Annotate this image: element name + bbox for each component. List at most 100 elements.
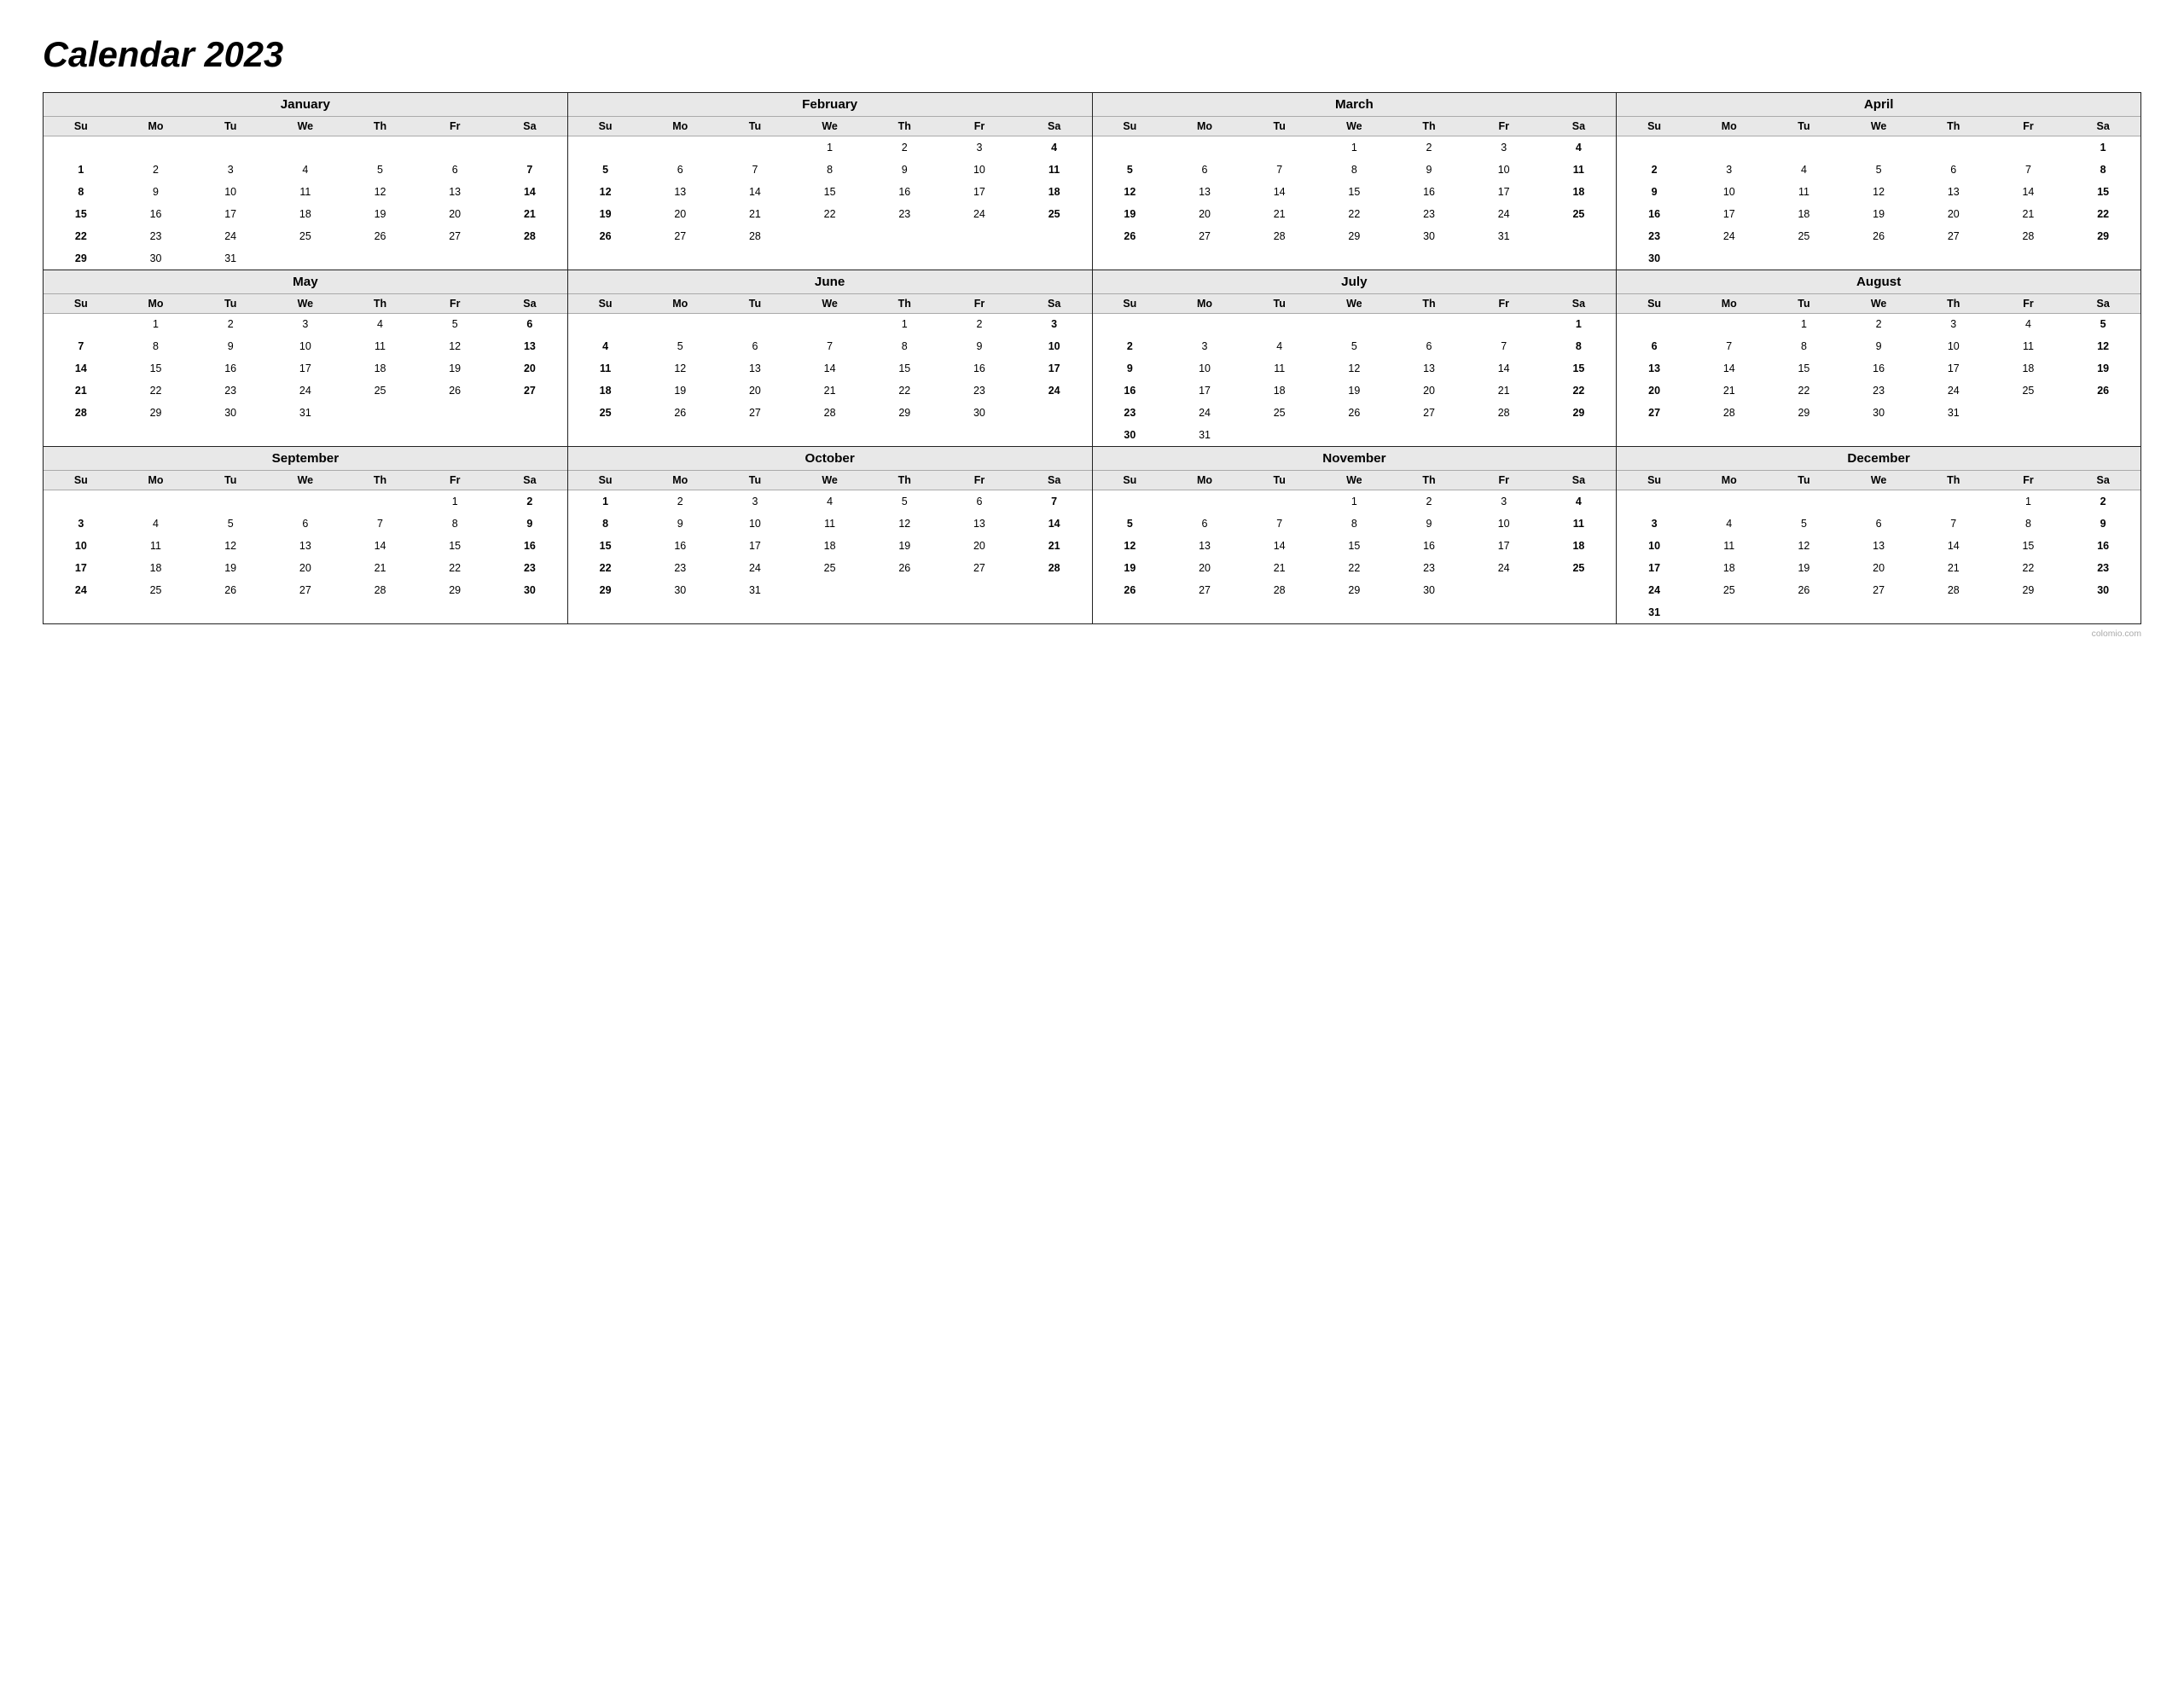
calendar-day xyxy=(1542,601,1617,623)
calendar-day: 8 xyxy=(44,181,119,203)
calendar-day: 18 xyxy=(1542,181,1617,203)
week-row: 12131415161718 xyxy=(568,181,1092,203)
calendar-day xyxy=(1242,136,1317,159)
day-header-su: Su xyxy=(1093,471,1168,490)
calendar-day xyxy=(1991,402,2066,424)
calendar-day: 18 xyxy=(1017,181,1092,203)
calendar-day: 30 xyxy=(1617,247,1692,270)
calendar-day: 17 xyxy=(942,181,1017,203)
calendar-day: 17 xyxy=(1692,203,1767,225)
calendar-day: 12 xyxy=(2065,335,2140,357)
calendar-day xyxy=(1167,490,1242,513)
calendar-day: 11 xyxy=(1542,513,1617,535)
week-row: 1234567 xyxy=(44,159,567,181)
calendar-day: 22 xyxy=(2065,203,2140,225)
calendar-day: 23 xyxy=(1093,402,1168,424)
calendar-day: 5 xyxy=(867,490,942,513)
calendar-day xyxy=(1317,313,1392,335)
day-header-th: Th xyxy=(1916,117,1991,136)
calendar-day xyxy=(268,490,343,513)
calendar-day: 14 xyxy=(717,181,793,203)
calendar-day: 18 xyxy=(268,203,343,225)
calendar-day: 15 xyxy=(119,357,194,380)
calendar-day: 24 xyxy=(1617,579,1692,601)
calendar-day: 16 xyxy=(492,535,567,557)
calendar-day xyxy=(717,424,793,446)
calendar-day: 19 xyxy=(417,357,492,380)
week-row: 1 xyxy=(1617,136,2140,159)
calendar-day: 22 xyxy=(793,203,868,225)
day-header-tu: Tu xyxy=(717,294,793,314)
calendar-day: 12 xyxy=(1093,181,1168,203)
calendar-day: 16 xyxy=(193,357,268,380)
calendar-day: 29 xyxy=(1991,579,2066,601)
calendar-day: 8 xyxy=(1991,513,2066,535)
calendar-day: 10 xyxy=(717,513,793,535)
calendar-day xyxy=(942,579,1017,601)
calendar-day xyxy=(44,490,119,513)
calendar-day xyxy=(1317,247,1392,270)
calendar-day: 30 xyxy=(492,579,567,601)
calendar-day xyxy=(1692,601,1767,623)
calendar-day xyxy=(1167,601,1242,623)
calendar-day: 11 xyxy=(1017,159,1092,181)
calendar-day: 18 xyxy=(1692,557,1767,579)
month-block-march: MarchSuMoTuWeThFrSa123456789101112131415… xyxy=(1093,93,1618,270)
calendar-day: 29 xyxy=(1317,225,1392,247)
calendar-day: 12 xyxy=(1093,535,1168,557)
calendar-day xyxy=(1467,247,1542,270)
calendar-day xyxy=(1767,247,1842,270)
calendar-day: 27 xyxy=(1167,579,1242,601)
calendar-day: 5 xyxy=(1093,513,1168,535)
calendar-day: 30 xyxy=(642,579,717,601)
calendar-day: 4 xyxy=(1242,335,1317,357)
calendar-day xyxy=(1391,424,1467,446)
calendar-day: 19 xyxy=(1093,557,1168,579)
week-row: 123 xyxy=(568,313,1092,335)
calendar-day: 25 xyxy=(1692,579,1767,601)
calendar-day: 20 xyxy=(717,380,793,402)
calendar-day xyxy=(1542,247,1617,270)
calendar-day: 15 xyxy=(44,203,119,225)
calendar-day xyxy=(642,247,717,270)
calendar-day: 16 xyxy=(1841,357,1916,380)
calendar-day: 12 xyxy=(568,181,643,203)
calendar-day: 8 xyxy=(1317,159,1392,181)
day-header-mo: Mo xyxy=(1692,294,1767,314)
day-header-su: Su xyxy=(1093,117,1168,136)
month-title-september: September xyxy=(44,447,567,471)
calendar-day: 1 xyxy=(568,490,643,513)
day-header-su: Su xyxy=(1617,294,1692,314)
calendar-day: 20 xyxy=(1167,557,1242,579)
calendar-day: 4 xyxy=(1542,490,1617,513)
calendar-day xyxy=(1391,601,1467,623)
calendar-day xyxy=(1916,424,1991,446)
day-header-tu: Tu xyxy=(1767,294,1842,314)
calendar-day: 8 xyxy=(867,335,942,357)
calendar-day: 3 xyxy=(1916,313,1991,335)
calendar-day: 1 xyxy=(44,159,119,181)
week-row: 16171819202122 xyxy=(1093,380,1617,402)
day-header-we: We xyxy=(1317,471,1392,490)
calendar-day: 15 xyxy=(1317,181,1392,203)
day-header-th: Th xyxy=(1391,117,1467,136)
calendar-day xyxy=(1317,424,1392,446)
calendar-day xyxy=(568,247,643,270)
calendar-day: 24 xyxy=(1467,203,1542,225)
day-header-sa: Sa xyxy=(2065,117,2140,136)
calendar-day: 21 xyxy=(1467,380,1542,402)
week-row: 3031 xyxy=(1093,424,1617,446)
calendar-day: 7 xyxy=(1017,490,1092,513)
calendar-day: 10 xyxy=(1467,159,1542,181)
calendar-day: 14 xyxy=(1017,513,1092,535)
calendar-day: 2 xyxy=(1617,159,1692,181)
calendar-day xyxy=(1841,601,1916,623)
calendar-day: 1 xyxy=(1767,313,1842,335)
calendar-day xyxy=(193,601,268,623)
calendar-day xyxy=(1617,490,1692,513)
calendar-day: 28 xyxy=(793,402,868,424)
month-block-june: JuneSuMoTuWeThFrSa1234567891011121314151… xyxy=(568,270,1093,448)
week-row: 45678910 xyxy=(568,335,1092,357)
calendar-day: 20 xyxy=(1391,380,1467,402)
day-header-sa: Sa xyxy=(1542,117,1617,136)
